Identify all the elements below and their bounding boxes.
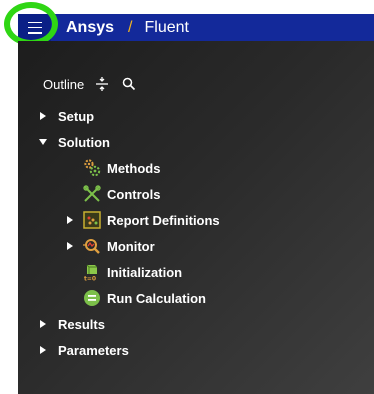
tree-item-label: Controls bbox=[107, 186, 161, 202]
tree-item-label: Results bbox=[58, 316, 105, 332]
tree-item-solution[interactable]: Solution bbox=[38, 132, 110, 152]
tree-item-monitor[interactable]: Monitor bbox=[65, 236, 155, 256]
breadcrumb-separator: / bbox=[128, 19, 133, 36]
tree-item-controls[interactable]: Controls bbox=[83, 184, 160, 204]
tree-item-results[interactable]: Results bbox=[38, 314, 105, 334]
outline-header: Outline bbox=[43, 75, 136, 93]
run-calculation-icon bbox=[83, 289, 101, 307]
outline-panel: Outline Setup Solution Methods Controls bbox=[18, 41, 374, 394]
tree-item-parameters[interactable]: Parameters bbox=[38, 340, 129, 360]
outline-title: Outline bbox=[43, 76, 85, 92]
monitor-magnifier-icon bbox=[83, 237, 101, 255]
methods-gears-icon bbox=[83, 159, 101, 177]
breadcrumb: Ansys / Fluent bbox=[66, 18, 189, 38]
collapsed-caret-icon[interactable] bbox=[38, 346, 48, 354]
controls-tools-icon bbox=[83, 185, 101, 203]
collapsed-caret-icon[interactable] bbox=[65, 216, 75, 224]
expanded-caret-icon[interactable] bbox=[38, 139, 48, 145]
split-icon[interactable] bbox=[96, 77, 109, 91]
tree-item-label: Run Calculation bbox=[107, 290, 206, 306]
app-header: Ansys / Fluent bbox=[18, 14, 374, 41]
product-name: Fluent bbox=[144, 19, 189, 36]
tree-item-setup[interactable]: Setup bbox=[38, 106, 94, 126]
tree-item-methods[interactable]: Methods bbox=[83, 158, 160, 178]
initialization-icon: t=0 bbox=[83, 263, 101, 281]
tree-item-label: Setup bbox=[58, 108, 95, 124]
report-definitions-icon bbox=[83, 211, 101, 229]
svg-text:t=0: t=0 bbox=[84, 276, 96, 282]
tree-item-run-calculation[interactable]: Run Calculation bbox=[83, 288, 206, 308]
collapsed-caret-icon[interactable] bbox=[65, 242, 75, 250]
tree-item-label: Monitor bbox=[107, 238, 155, 254]
search-icon[interactable] bbox=[122, 77, 136, 91]
tree-item-label: Report Definitions bbox=[107, 212, 220, 228]
collapsed-caret-icon[interactable] bbox=[38, 112, 48, 120]
brand-name: Ansys bbox=[66, 19, 115, 36]
tree-item-initialization[interactable]: t=0 Initialization bbox=[83, 262, 182, 282]
collapsed-caret-icon[interactable] bbox=[38, 320, 48, 328]
tree-item-label: Methods bbox=[107, 160, 161, 176]
tree-item-label: Parameters bbox=[58, 342, 129, 358]
tree-item-report-definitions[interactable]: Report Definitions bbox=[65, 210, 220, 230]
tree-item-label: Initialization bbox=[107, 264, 183, 280]
tree-item-label: Solution bbox=[58, 134, 110, 150]
hamburger-menu-icon bbox=[27, 21, 42, 34]
hamburger-menu-button[interactable] bbox=[18, 14, 51, 41]
